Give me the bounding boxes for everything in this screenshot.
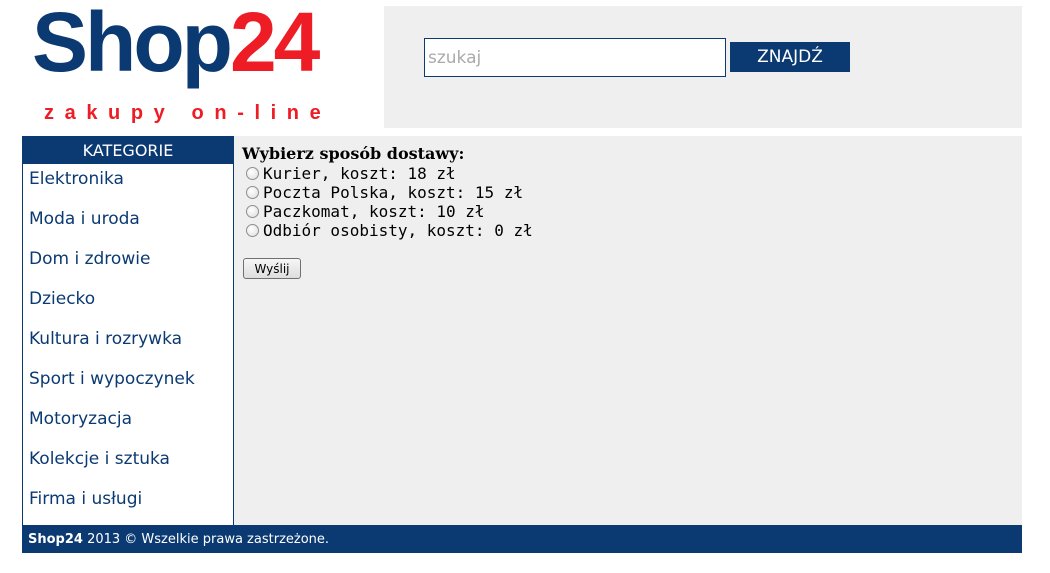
footer-brand: Shop24 — [28, 532, 83, 547]
delivery-option-label: Paczkomat, koszt: 10 zł — [263, 201, 485, 221]
delivery-option-paczkomat[interactable]: Paczkomat, koszt: 10 zł — [246, 201, 485, 221]
sidebar-item-dom-i-zdrowie[interactable]: Dom i zdrowie — [23, 244, 233, 284]
delivery-option-label: Odbiór osobisty, koszt: 0 zł — [263, 220, 533, 240]
delivery-option-label: Poczta Polska, koszt: 15 zł — [263, 182, 524, 202]
logo-wordmark: Shop24 — [32, 0, 320, 84]
logo-number-text: 24 — [229, 0, 320, 89]
sidebar-item-moda-i-uroda[interactable]: Moda i uroda — [23, 204, 233, 244]
logo-shop-text: Shop — [32, 0, 233, 89]
delivery-option-odbior-osobisty[interactable]: Odbiór osobisty, koszt: 0 zł — [246, 220, 533, 240]
sidebar-item-dziecko[interactable]: Dziecko — [23, 284, 233, 324]
footer: Shop24 2013 © Wszelkie prawa zastrzeżone… — [22, 525, 1022, 553]
radio-button[interactable] — [246, 223, 259, 237]
main-content: Wybierz sposób dostawy: Kurier, koszt: 1… — [234, 136, 1022, 525]
category-list: Elektronika Moda i uroda Dom i zdrowie D… — [23, 164, 233, 524]
sidebar-item-elektronika[interactable]: Elektronika — [23, 164, 233, 204]
sidebar-item-kultura-i-rozrywka[interactable]: Kultura i rozrywka — [23, 324, 233, 364]
search-input[interactable] — [424, 38, 726, 77]
sidebar-item-motoryzacja[interactable]: Motoryzacja — [23, 404, 233, 444]
sidebar-title: KATEGORIE — [23, 136, 233, 164]
logo-tagline: zakupy on-line — [44, 102, 332, 124]
radio-button[interactable] — [246, 204, 259, 218]
submit-button[interactable]: Wyślij — [243, 258, 301, 279]
sidebar-item-firma-i-uslugi[interactable]: Firma i usługi — [23, 484, 233, 524]
sidebar-item-sport-i-wypoczynek[interactable]: Sport i wypoczynek — [23, 364, 233, 404]
radio-button[interactable] — [246, 166, 259, 180]
search-button[interactable]: ZNAJDŹ — [730, 42, 850, 72]
logo[interactable]: Shop24 zakupy on-line — [22, 0, 384, 128]
delivery-option-label: Kurier, koszt: 18 zł — [263, 163, 456, 183]
sidebar-item-kolekcje-i-sztuka[interactable]: Kolekcje i sztuka — [23, 444, 233, 484]
radio-button[interactable] — [246, 185, 259, 199]
delivery-form-title: Wybierz sposób dostawy: — [242, 144, 465, 163]
category-sidebar: KATEGORIE Elektronika Moda i uroda Dom i… — [22, 136, 234, 525]
delivery-option-kurier[interactable]: Kurier, koszt: 18 zł — [246, 163, 456, 183]
delivery-option-poczta-polska[interactable]: Poczta Polska, koszt: 15 zł — [246, 182, 523, 202]
footer-copyright: 2013 © Wszelkie prawa zastrzeżone. — [82, 532, 330, 547]
